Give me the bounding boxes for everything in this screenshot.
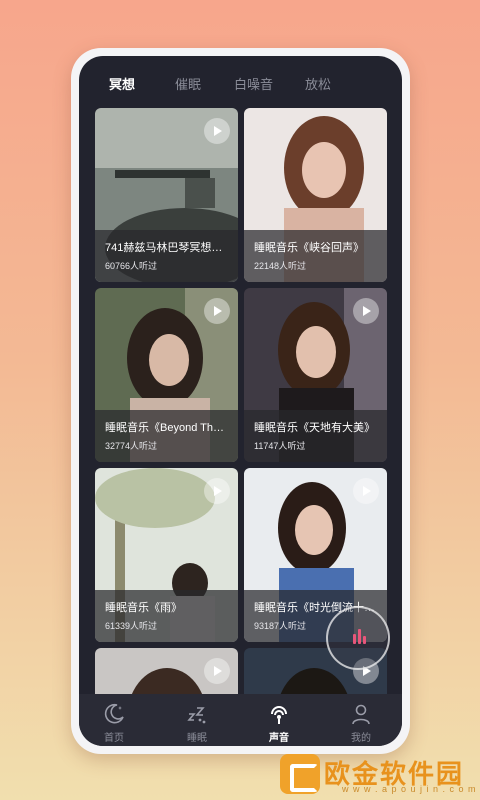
audio-card[interactable]: 741赫兹马林巴琴冥想… 60766人听过: [95, 108, 238, 282]
phone-frame: 冥想 催眠 白噪音 放松 741赫兹马林巴琴冥想… 60766人听过 睡眠音乐《…: [71, 48, 410, 754]
tab-hypnosis[interactable]: 催眠: [175, 74, 201, 93]
nav-label: 首页: [104, 733, 124, 744]
nav-profile[interactable]: 我的: [331, 694, 391, 746]
audio-card[interactable]: [95, 648, 238, 694]
equalizer-icon: [353, 634, 356, 644]
app-screen: 冥想 催眠 白噪音 放松 741赫兹马林巴琴冥想… 60766人听过 睡眠音乐《…: [79, 56, 402, 746]
card-title: 睡眠音乐《雨》: [105, 602, 182, 614]
user-icon: [352, 704, 370, 725]
tab-meditation[interactable]: 冥想: [109, 74, 135, 93]
card-title: 睡眠音乐《峡谷回声》: [254, 242, 364, 254]
card-title: 741赫兹马林巴琴冥想…: [105, 242, 223, 254]
bottom-nav: 首页 睡眠 声音 我的: [79, 694, 402, 746]
card-caption: [95, 230, 238, 282]
card-caption: [95, 590, 238, 642]
listener-count: 11747人听过: [254, 441, 306, 451]
card-caption: [244, 410, 387, 462]
listener-count: 60766人听过: [105, 261, 158, 271]
audio-card[interactable]: 睡眠音乐《雨》 61339人听过: [95, 468, 238, 642]
audio-card[interactable]: 睡眠音乐《峡谷回声》 22148人听过: [244, 108, 387, 282]
play-button[interactable]: [353, 478, 379, 504]
play-button[interactable]: [353, 298, 379, 324]
audio-grid: 741赫兹马林巴琴冥想… 60766人听过 睡眠音乐《峡谷回声》 22148人听…: [95, 108, 387, 694]
listener-count: 61339人听过: [105, 621, 158, 631]
card-caption: [95, 410, 238, 462]
card-caption: [244, 230, 387, 282]
nav-sleep[interactable]: 睡眠: [167, 694, 227, 746]
nav-label: 睡眠: [187, 733, 207, 744]
moon-star-icon: [104, 703, 124, 724]
listener-count: 93187人听过: [254, 621, 307, 631]
watermark-url: w w w . a p o u j i n . c o m: [342, 784, 477, 794]
now-playing-button[interactable]: [326, 606, 390, 670]
nav-label: 声音: [269, 733, 289, 744]
tab-relax[interactable]: 放松: [305, 74, 331, 93]
play-button[interactable]: [204, 478, 230, 504]
play-button[interactable]: [204, 298, 230, 324]
nav-home[interactable]: 首页: [84, 694, 144, 746]
card-title: 睡眠音乐《Beyond Th…: [105, 422, 225, 434]
nav-label: 我的: [351, 733, 371, 744]
sleep-zzz-icon: [187, 707, 206, 724]
nav-sound[interactable]: 声音: [249, 694, 309, 746]
listener-count: 22148人听过: [254, 261, 307, 271]
tab-white-noise[interactable]: 白噪音: [234, 74, 273, 93]
watermark-logo-icon: [280, 754, 320, 794]
card-title: 睡眠音乐《天地有大美》: [254, 422, 375, 434]
play-button[interactable]: [204, 658, 230, 684]
audio-card[interactable]: 睡眠音乐《天地有大美》 11747人听过: [244, 288, 387, 462]
sound-wave-icon: [271, 706, 287, 724]
audio-card[interactable]: 睡眠音乐《Beyond Th… 32774人听过: [95, 288, 238, 462]
site-watermark: 欧金软件园 w w w . a p o u j i n . c o m: [280, 748, 480, 800]
play-button[interactable]: [204, 118, 230, 144]
listener-count: 32774人听过: [105, 441, 158, 451]
category-tabs: 冥想 催眠 白噪音 放松: [79, 74, 402, 100]
